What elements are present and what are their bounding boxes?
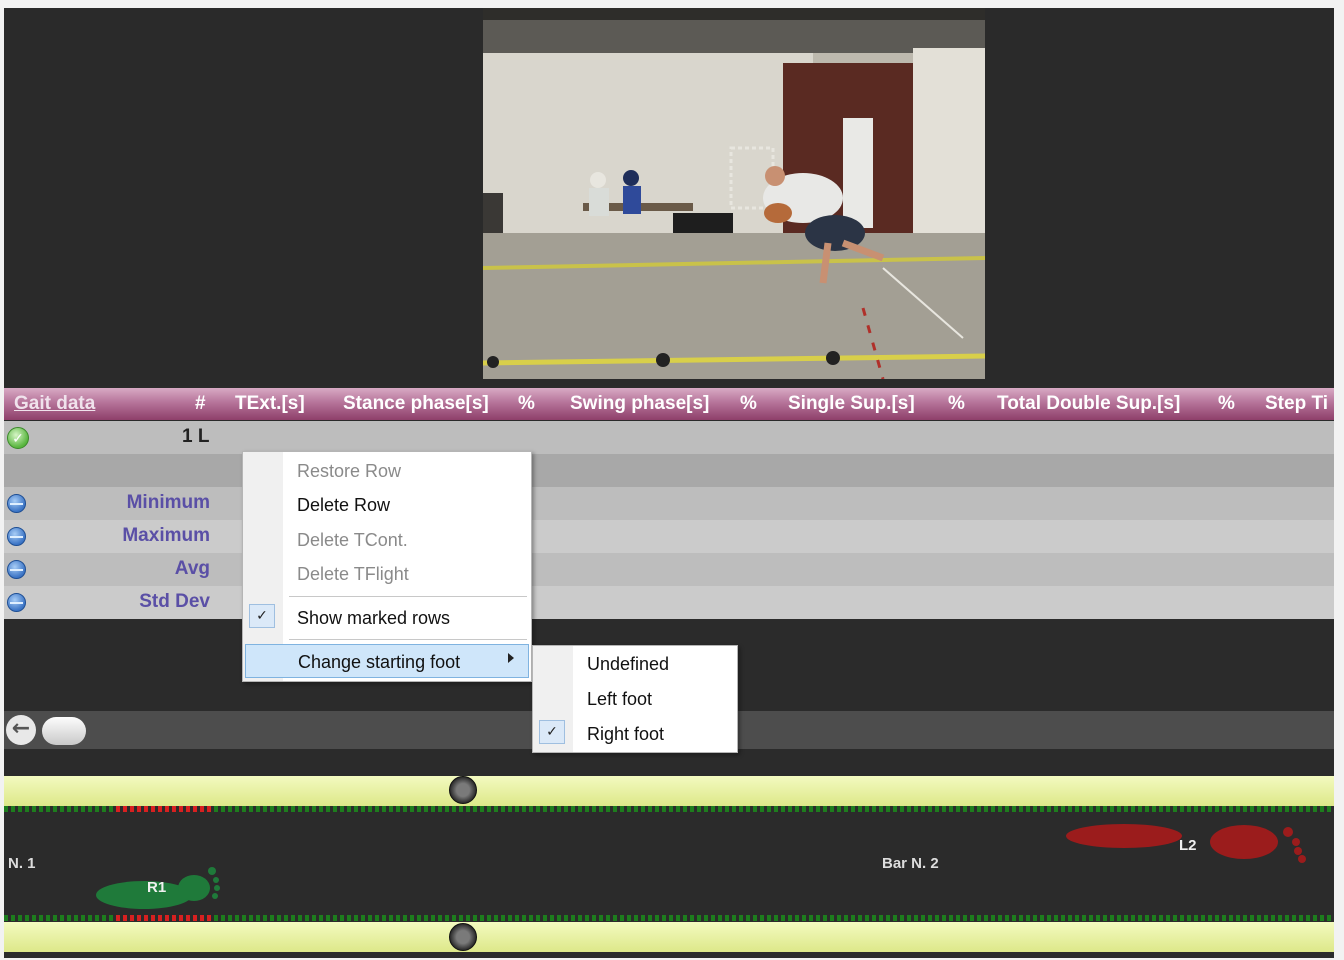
- menu-item-delete-row[interactable]: Delete Row: [243, 489, 531, 519]
- table-row[interactable]: ✓ 1 L: [4, 421, 1334, 454]
- column-header-single-support[interactable]: Single Sup.[s]: [788, 393, 915, 415]
- checkmark-icon: ✓: [539, 720, 565, 744]
- check-circle-icon: ✓: [7, 427, 29, 449]
- gait-data-title[interactable]: Gait data: [14, 393, 95, 415]
- submenu-item-right-foot[interactable]: ✓ Right foot: [533, 718, 737, 748]
- submenu-item-undefined[interactable]: Undefined: [533, 648, 737, 678]
- menu-separator: [289, 596, 527, 597]
- checkmark-icon: ✓: [249, 604, 275, 628]
- menu-item-delete-tflight[interactable]: Delete TFlight: [243, 558, 531, 588]
- column-header-swing-pct[interactable]: %: [740, 393, 757, 415]
- column-header-swing-phase[interactable]: Swing phase[s]: [570, 393, 709, 415]
- stat-label-minimum: Minimum: [126, 492, 210, 513]
- timeline-marker-bottom: [116, 915, 212, 921]
- back-arrow-icon[interactable]: ←: [6, 715, 36, 745]
- submenu-item-left-foot[interactable]: Left foot: [533, 683, 737, 713]
- menu-item-delete-tcont[interactable]: Delete TCont.: [243, 524, 531, 554]
- column-header-stance-pct[interactable]: %: [518, 393, 535, 415]
- column-header-double-support[interactable]: Total Double Sup.[s]: [997, 393, 1180, 415]
- minus-circle-icon: [7, 560, 26, 579]
- menu-item-restore-row[interactable]: Restore Row: [243, 455, 531, 485]
- gait-table-header: Gait data # TExt.[s] Stance phase[s] % S…: [4, 388, 1334, 420]
- timeline-marker-top: [116, 806, 212, 812]
- row-context-menu: Restore Row Delete Row Delete TCont. Del…: [242, 451, 532, 682]
- column-header-stance-phase[interactable]: Stance phase[s]: [343, 393, 489, 415]
- timeline-knob-top[interactable]: [449, 776, 477, 804]
- stat-label-std-dev: Std Dev: [139, 591, 210, 612]
- column-header-step-time[interactable]: Step Ti: [1265, 393, 1328, 415]
- minus-circle-icon: [7, 593, 26, 612]
- bar-label-1: N. 1: [8, 855, 36, 872]
- stat-label-maximum: Maximum: [122, 525, 210, 546]
- video-frame[interactable]: [483, 8, 985, 379]
- video-panel: [4, 8, 1334, 386]
- stat-row-avg: Avg: [4, 553, 1334, 586]
- column-header-double-pct[interactable]: %: [1218, 393, 1235, 415]
- stat-row-std-dev: Std Dev: [4, 586, 1334, 619]
- gait-analysis-window: Gait data # TExt.[s] Stance phase[s] % S…: [4, 8, 1334, 958]
- column-header-text[interactable]: TExt.[s]: [235, 393, 305, 415]
- scroll-thumb[interactable]: [42, 717, 86, 745]
- footprint-label-r1: R1: [147, 879, 167, 896]
- menu-item-change-starting-foot[interactable]: Change starting foot: [245, 644, 529, 678]
- menu-separator: [289, 639, 527, 640]
- stat-row-maximum: Maximum: [4, 520, 1334, 553]
- stat-row-minimum: Minimum: [4, 487, 1334, 520]
- bar-label-2: Bar N. 2: [882, 855, 939, 872]
- stat-label-avg: Avg: [174, 558, 210, 579]
- timeline-knob-bottom[interactable]: [449, 923, 477, 951]
- column-header-index[interactable]: #: [195, 393, 206, 415]
- menu-item-show-marked-rows[interactable]: ✓ Show marked rows: [243, 602, 531, 632]
- column-header-single-pct[interactable]: %: [948, 393, 965, 415]
- table-row-empty: [4, 454, 1334, 487]
- starting-foot-submenu: Undefined Left foot ✓ Right foot: [532, 645, 738, 753]
- row-step-label: 1 L: [182, 426, 210, 447]
- submenu-arrow-icon: [508, 653, 514, 663]
- timeline-track-bottom[interactable]: [4, 922, 1334, 952]
- minus-circle-icon: [7, 527, 26, 546]
- timeline-track-top[interactable]: [4, 776, 1334, 806]
- minus-circle-icon: [7, 494, 26, 513]
- footprint-label-l2: L2: [1179, 837, 1197, 854]
